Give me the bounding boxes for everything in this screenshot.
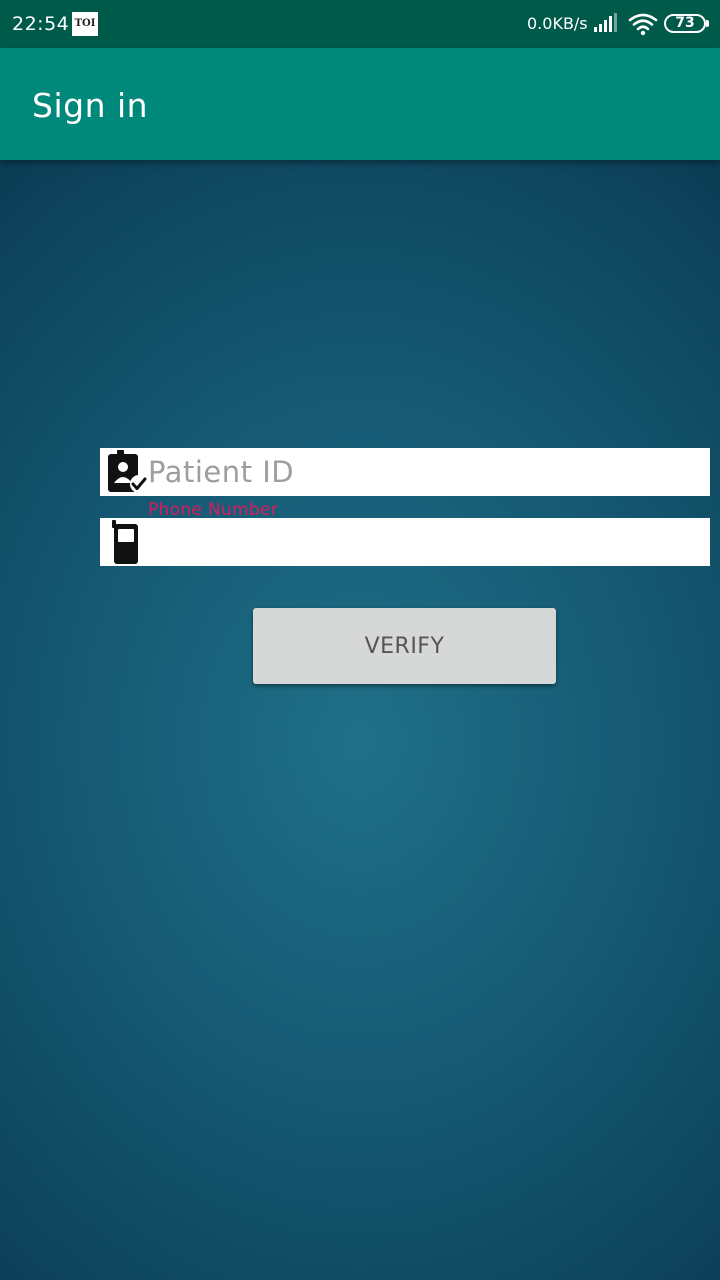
- status-time: 22:54: [12, 13, 70, 35]
- patient-id-input[interactable]: [148, 448, 704, 496]
- app-bar: Sign in: [0, 48, 720, 160]
- signal-icon: [594, 13, 617, 32]
- wifi-icon: [628, 13, 658, 36]
- battery-icon: 73: [664, 14, 709, 33]
- verify-button[interactable]: VERIFY: [253, 608, 556, 684]
- network-speed: 0.0KB/s: [527, 14, 588, 33]
- toi-notification-icon: TOI: [72, 12, 98, 36]
- status-bar: 22:54 TOI 0.0KB/s 73: [0, 0, 720, 48]
- page-title: Sign in: [32, 86, 149, 125]
- phone-number-field[interactable]: [100, 518, 710, 566]
- sign-in-screen: 22:54 TOI 0.0KB/s 73 Sign in Patient ID …: [0, 0, 720, 1280]
- phone-number-input[interactable]: [148, 518, 704, 566]
- patient-id-field[interactable]: [100, 448, 710, 496]
- phone-number-label: Phone Number: [148, 500, 278, 520]
- patient-id-badge-icon: [108, 450, 148, 493]
- mobile-phone-icon: [112, 520, 138, 564]
